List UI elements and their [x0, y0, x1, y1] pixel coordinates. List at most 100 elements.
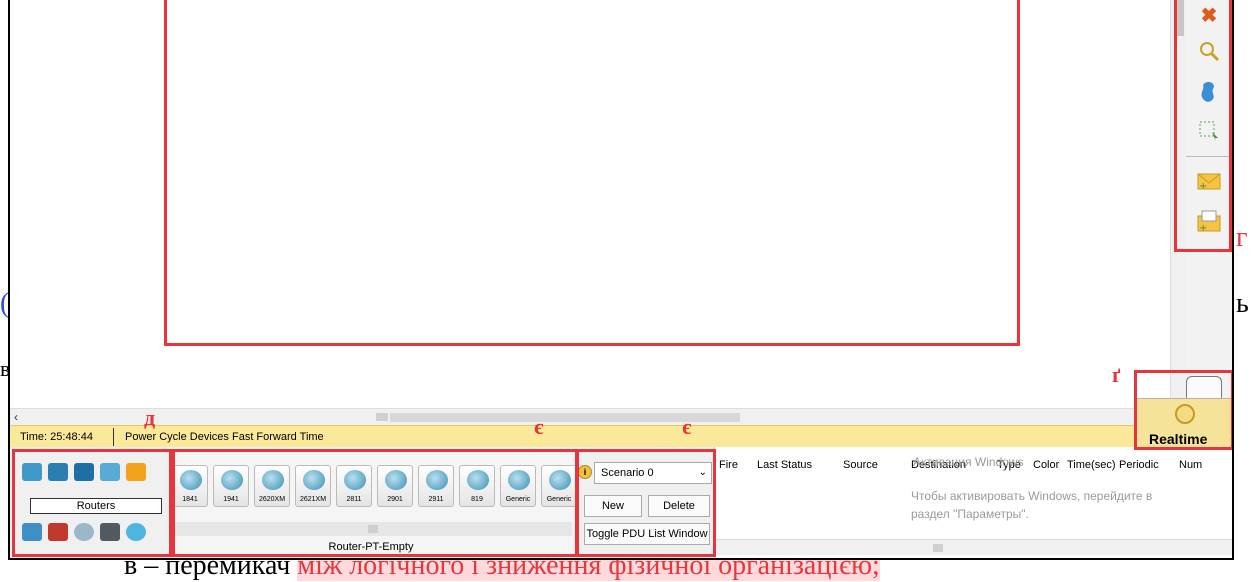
- device-list: 1841 1941 2620XM 2621XM 2811 2901 2911 819 Gener…: [172, 465, 577, 507]
- router-category-icon[interactable]: [22, 463, 42, 481]
- router-icon: [549, 470, 571, 490]
- power-cycle-button[interactable]: Power Cycle Devices: [125, 431, 229, 443]
- annotation-letter-d: д: [144, 405, 156, 430]
- pdu-column-header[interactable]: Num: [1179, 459, 1202, 471]
- right-toolbar: ✖ + +: [1186, 0, 1232, 408]
- router-icon: [262, 470, 284, 490]
- fast-forward-button[interactable]: Fast Forward Time: [232, 431, 324, 443]
- annotation-letter-e1: є: [534, 414, 544, 439]
- pdu-list-panel: Fire Last Status Source Destination Type Colo…: [714, 447, 1232, 558]
- device-thumb-label: 1941: [223, 496, 239, 503]
- category-row-bottom: [22, 523, 146, 541]
- doc-text-right-mid: ь: [1236, 288, 1249, 319]
- toggle-pdu-list-button[interactable]: Toggle PDU List Window: [584, 523, 710, 545]
- switch-category-icon[interactable]: [48, 463, 68, 481]
- wan-emulation-category-icon[interactable]: [74, 523, 94, 541]
- doc-text-right-top: г: [1236, 222, 1248, 253]
- toolbar-divider: [1186, 156, 1232, 157]
- device-thumb-label: 819: [471, 496, 483, 503]
- multiuser-category-icon[interactable]: [126, 523, 146, 541]
- pdu-column-header[interactable]: Periodic: [1119, 459, 1159, 471]
- device-thumb-label: 2620XM: [258, 496, 286, 503]
- device-thumb[interactable]: 819: [459, 465, 495, 507]
- connection-category-icon[interactable]: [126, 463, 146, 481]
- annotation-letter-g: ґ: [1112, 362, 1121, 387]
- router-icon: [344, 470, 366, 490]
- device-thumb[interactable]: 2621XM: [295, 465, 331, 507]
- svg-text:+: +: [1199, 223, 1207, 232]
- pdu-column-header[interactable]: Fire: [719, 459, 738, 471]
- router-icon: [426, 470, 448, 490]
- router-icon: [467, 470, 489, 490]
- device-thumb-label: 2811: [346, 496, 362, 503]
- device-thumb[interactable]: 1841: [172, 465, 208, 507]
- router-icon: [508, 470, 530, 490]
- vscroll-thumb[interactable]: [1174, 0, 1184, 36]
- device-list-panel: 1841 1941 2620XM 2621XM 2811 2901 2911 819 Gener…: [168, 447, 577, 558]
- scenario-selected: Scenario 0: [601, 467, 654, 479]
- info-icon[interactable]: i: [578, 465, 592, 479]
- device-thumb[interactable]: Generic: [500, 465, 536, 507]
- pdu-scroll-thumb[interactable]: [933, 544, 943, 552]
- hscroll-thumb[interactable]: [376, 413, 388, 421]
- scroll-left-arrow[interactable]: ‹: [14, 410, 18, 424]
- statusbar: Time: 25:48:44 Power Cycle Devices Fast …: [10, 425, 1232, 447]
- envelope-open-icon[interactable]: +: [1194, 206, 1224, 236]
- security-category-icon[interactable]: [48, 523, 68, 541]
- device-thumb-label: 2621XM: [299, 496, 327, 503]
- selected-device-name: Router-PT-Empty: [328, 541, 414, 553]
- realtime-tab[interactable]: Realtime: [1136, 398, 1232, 448]
- device-thumb-label: 1841: [182, 496, 198, 503]
- device-list-scrollbar[interactable]: [172, 522, 572, 536]
- custom-device-category-icon[interactable]: [100, 523, 120, 541]
- device-thumb[interactable]: 1941: [213, 465, 249, 507]
- new-scenario-button[interactable]: New: [584, 495, 642, 517]
- pdu-list-scrollbar[interactable]: [715, 539, 1232, 555]
- packet-tracer-window: ✖ + + ‹ › Time: 25:48:44 Power Cycle Dev…: [8, 0, 1234, 560]
- device-thumb[interactable]: 2911: [418, 465, 454, 507]
- workspace-horizontal-scrollbar[interactable]: ‹ ›: [10, 408, 1170, 425]
- pdu-column-header[interactable]: Source: [843, 459, 878, 471]
- device-thumb-label: Generic: [546, 496, 572, 503]
- realtime-label: Realtime: [1149, 431, 1208, 447]
- router-icon: [221, 470, 243, 490]
- router-icon: [180, 470, 202, 490]
- logical-workspace[interactable]: [10, 0, 1170, 408]
- wireless-category-icon[interactable]: [100, 463, 120, 481]
- router-icon: [303, 470, 325, 490]
- scenario-select[interactable]: Scenario 0 ⌄: [594, 462, 712, 484]
- close-icon[interactable]: ✖: [1194, 0, 1224, 30]
- delete-scenario-button[interactable]: Delete: [648, 495, 710, 517]
- device-thumb-label: Generic: [505, 496, 531, 503]
- device-thumb[interactable]: 2620XM: [254, 465, 290, 507]
- clock-icon: [1175, 404, 1195, 424]
- watermark-line-1: Чтобы активировать Windows, перейдите в: [911, 489, 1153, 503]
- resize-icon[interactable]: [1194, 116, 1224, 146]
- workspace-vertical-scrollbar[interactable]: [1170, 0, 1186, 408]
- device-thumb[interactable]: 2901: [377, 465, 413, 507]
- envelope-icon[interactable]: +: [1194, 166, 1224, 196]
- statusbar-separator: [113, 428, 114, 446]
- annotation-letter-e2: є: [682, 414, 692, 439]
- watermark-title: Активация Windows: [913, 455, 1024, 469]
- end-device-category-icon[interactable]: [22, 523, 42, 541]
- device-thumb-label: 2911: [428, 496, 444, 503]
- pdu-column-header[interactable]: Last Status: [757, 459, 812, 471]
- device-category-panel: Routers: [10, 447, 168, 558]
- category-row-top: [22, 463, 146, 481]
- scenario-panel: i Scenario 0 ⌄ New Delete Toggle PDU Lis…: [574, 447, 714, 558]
- shape-icon[interactable]: [1194, 76, 1224, 106]
- device-thumb-label: 2901: [387, 496, 403, 503]
- hub-category-icon[interactable]: [74, 463, 94, 481]
- windows-activation-watermark: Активация Windows Чтобы активировать Win…: [911, 455, 1153, 523]
- device-thumb[interactable]: Generic: [541, 465, 577, 507]
- time-display: Time: 25:48:44: [20, 431, 93, 443]
- router-icon: [385, 470, 407, 490]
- svg-text:+: +: [1199, 181, 1207, 191]
- device-scroll-thumb[interactable]: [368, 525, 378, 533]
- device-thumb[interactable]: 2811: [336, 465, 372, 507]
- magnifier-icon[interactable]: [1194, 36, 1224, 66]
- category-label: Routers: [30, 498, 162, 514]
- watermark-line-2: раздел "Параметры".: [911, 507, 1029, 521]
- statusbar-links: Power Cycle Devices Fast Forward Time: [125, 431, 324, 443]
